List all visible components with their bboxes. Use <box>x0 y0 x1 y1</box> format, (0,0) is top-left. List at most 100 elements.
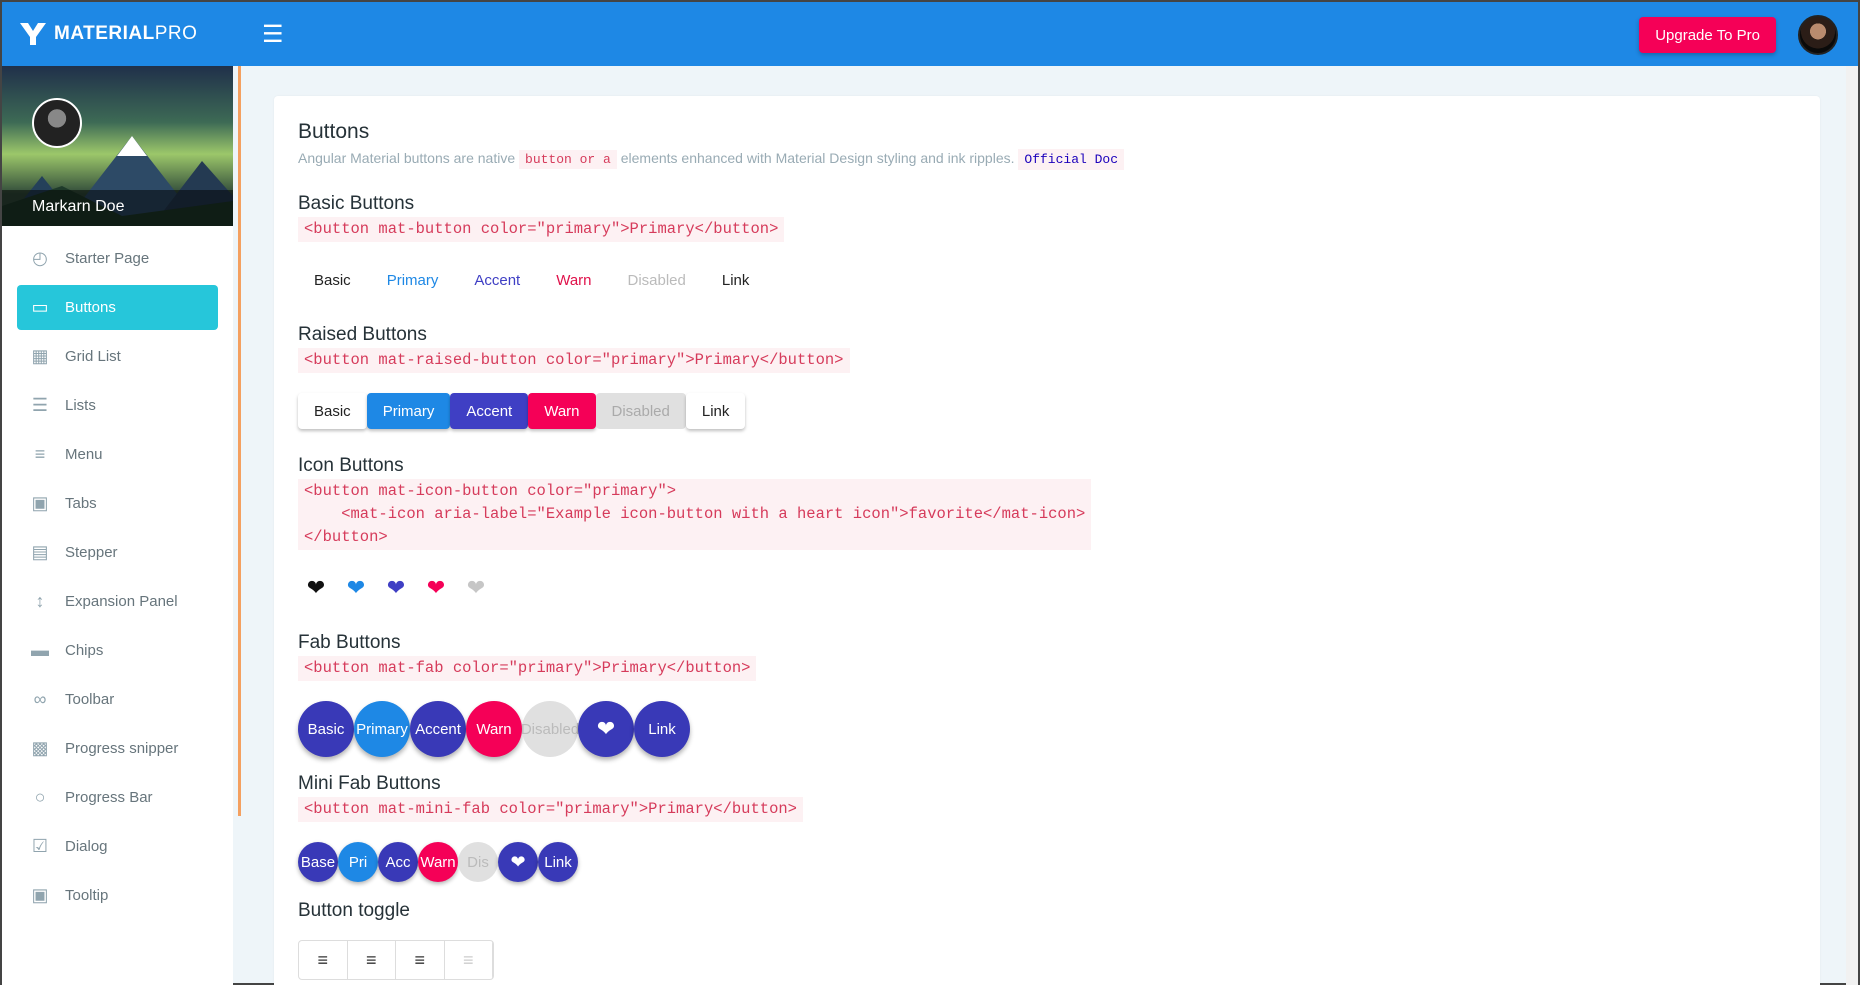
link-button[interactable]: Link <box>706 262 766 298</box>
list-icon: ☰ <box>31 395 49 415</box>
sidebar-item-menu[interactable]: ≡ Menu <box>17 432 218 477</box>
section-title: Mini Fab Buttons <box>298 773 441 794</box>
sidebar-item-progress-bar[interactable]: ○ Progress Bar <box>17 775 218 820</box>
official-doc-link[interactable]: Official Doc <box>1018 149 1125 170</box>
fab-heart-icon[interactable]: ❤ <box>578 701 634 757</box>
align-right-icon[interactable]: ≡ <box>396 941 445 979</box>
profile-name[interactable]: Markarn Doe <box>2 190 233 226</box>
logo-icon <box>20 23 46 45</box>
sidebar-item-tooltip[interactable]: ▣ Tooltip <box>17 873 218 918</box>
sidebar-item-label: Tooltip <box>65 887 109 904</box>
mini-fab-primary-button[interactable]: Pri <box>338 842 378 882</box>
heart-icon[interactable]: ❤ <box>298 570 334 606</box>
sidebar-scrollbar[interactable] <box>238 66 241 816</box>
align-center-icon[interactable]: ≡ <box>348 941 396 979</box>
fab-link-button[interactable]: Link <box>634 701 690 757</box>
mini-fab-row: Base Pri Acc Warn Dis ❤ Link <box>298 842 1796 882</box>
sidebar-item-starter-page[interactable]: ◴ Starter Page <box>17 236 218 281</box>
brand-logo[interactable]: MATERIAL PRO <box>18 21 248 47</box>
subtitle-text-2: elements enhanced with Material Design s… <box>620 150 1015 166</box>
primary-button[interactable]: Primary <box>371 262 455 298</box>
sidebar-item-toolbar[interactable]: ∞ Toolbar <box>17 677 218 722</box>
basic-button[interactable]: Basic <box>298 262 367 298</box>
code-snippet: <button mat-mini-fab color="primary">Pri… <box>298 797 803 822</box>
page-subtitle: Angular Material buttons are native butt… <box>298 149 1796 170</box>
mini-fab-warn-button[interactable]: Warn <box>418 842 458 882</box>
mini-fab-link-button[interactable]: Link <box>538 842 578 882</box>
raised-primary-button[interactable]: Primary <box>366 393 451 429</box>
sidebar-nav: ◴ Starter Page ▭ Buttons ▦ Grid List ☰ Lists… <box>2 226 233 918</box>
button-toggle-section: Button toggle ≡ ≡ ≡ ≡ <box>298 900 1796 980</box>
sidebar-item-label: Menu <box>65 446 103 463</box>
icon-buttons-row: ❤ ❤ ❤ ❤ ❤ <box>298 570 1796 606</box>
basic-buttons-row: Basic Primary Accent Warn Disabled Link <box>298 262 1796 298</box>
raised-basic-button[interactable]: Basic <box>298 393 367 429</box>
section-title: Fab Buttons <box>298 632 401 653</box>
section-title: Raised Buttons <box>298 324 427 345</box>
sidebar-item-expansion-panel[interactable]: ↕ Expansion Panel <box>17 579 218 624</box>
warn-button[interactable]: Warn <box>540 262 607 298</box>
heart-icon[interactable]: ❤ <box>378 570 414 606</box>
sidebar-item-label: Progress Bar <box>65 789 153 806</box>
raised-warn-button[interactable]: Warn <box>528 393 596 429</box>
brand-thin: PRO <box>154 23 198 44</box>
heart-icon[interactable]: ❤ <box>338 570 374 606</box>
sidebar-item-dialog[interactable]: ☑ Dialog <box>17 824 218 869</box>
expand-icon: ↕ <box>35 591 45 611</box>
disabled-button: Disabled <box>612 262 702 298</box>
sidebar-item-grid-list[interactable]: ▦ Grid List <box>17 334 218 379</box>
mini-fab-accent-button[interactable]: Acc <box>378 842 418 882</box>
fab-basic-button[interactable]: Basic <box>298 701 354 757</box>
sidebar-item-label: Starter Page <box>65 250 150 267</box>
sidebar-item-label: Chips <box>65 642 104 659</box>
sidebar-item-label: Stepper <box>65 544 118 561</box>
spinner-icon: ▩ <box>31 738 49 758</box>
raised-accent-button[interactable]: Accent <box>450 393 529 429</box>
brand-bold: MATERIAL <box>54 23 155 44</box>
sidebar-item-stepper[interactable]: ▤ Stepper <box>17 530 218 575</box>
sidebar-item-progress-snipper[interactable]: ▩ Progress snipper <box>17 726 218 771</box>
sidebar-item-label: Tabs <box>65 495 97 512</box>
progress-icon: ○ <box>34 787 46 807</box>
heart-icon: ❤ <box>466 575 486 600</box>
raised-buttons-section: Raised Buttons <button mat-raised-button… <box>298 324 1796 429</box>
user-avatar[interactable] <box>1798 15 1838 55</box>
sidebar: Markarn Doe ◴ Starter Page ▭ Buttons ▦ Grid… <box>2 66 233 985</box>
page-title: Buttons <box>298 120 370 143</box>
profile-avatar[interactable] <box>32 98 82 148</box>
raised-link-button[interactable]: Link <box>685 393 746 429</box>
sidebar-item-tabs[interactable]: ▣ Tabs <box>17 481 218 526</box>
sidebar-item-label: Expansion Panel <box>65 593 178 610</box>
mini-fab-heart-icon[interactable]: ❤ <box>498 842 538 882</box>
code-snippet: <button mat-fab color="primary">Primary<… <box>298 656 757 681</box>
upgrade-button[interactable]: Upgrade To Pro <box>1639 17 1776 53</box>
sidebar-item-lists[interactable]: ☰ Lists <box>17 383 218 428</box>
buttons-card: Buttons Angular Material buttons are nat… <box>274 96 1820 985</box>
sidebar-item-label: Progress snipper <box>65 740 179 757</box>
section-title: Icon Buttons <box>298 455 404 476</box>
section-title: Button toggle <box>298 900 410 921</box>
mini-fab-basic-button[interactable]: Base <box>298 842 338 882</box>
page-scrollbar[interactable] <box>1846 66 1858 985</box>
fab-warn-button[interactable]: Warn <box>466 701 522 757</box>
tooltip-icon: ▣ <box>31 885 49 905</box>
mini-fab-section: Mini Fab Buttons <button mat-mini-fab co… <box>298 773 1796 882</box>
sidebar-item-chips[interactable]: ▬ Chips <box>17 628 218 673</box>
heart-icon[interactable]: ❤ <box>418 570 454 606</box>
section-title: Basic Buttons <box>298 193 415 214</box>
subtitle-text: Angular Material buttons are native <box>298 150 516 166</box>
sidebar-item-buttons[interactable]: ▭ Buttons <box>17 285 218 330</box>
mini-fab-disabled-button: Dis <box>458 842 498 882</box>
dialog-icon: ☑ <box>31 836 49 856</box>
hamburger-menu-icon[interactable]: ☰ <box>262 20 284 49</box>
accent-button[interactable]: Accent <box>458 262 536 298</box>
fab-primary-button[interactable]: Primary <box>354 701 410 757</box>
fab-accent-button[interactable]: Accent <box>410 701 466 757</box>
sidebar-item-label: Grid List <box>65 348 121 365</box>
basic-buttons-section: Basic Buttons <button mat-button color="… <box>298 193 1796 298</box>
tab-icon: ▣ <box>31 493 49 513</box>
align-left-icon[interactable]: ≡ <box>299 941 348 979</box>
grid-icon: ▦ <box>31 346 49 366</box>
code-snippet: <button mat-button color="primary">Prima… <box>298 217 785 242</box>
code-snippet: <button mat-raised-button color="primary… <box>298 348 850 373</box>
